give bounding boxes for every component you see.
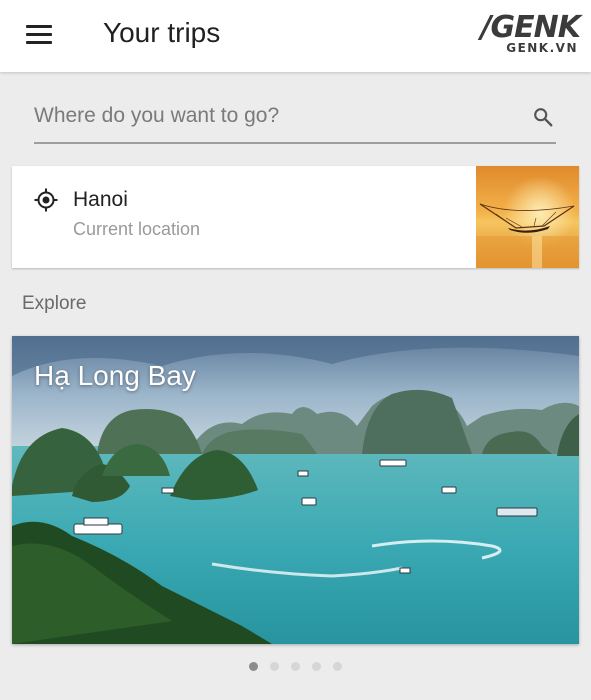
logo-sub-text: GENK.VN (506, 41, 578, 55)
pager-dot[interactable] (270, 662, 279, 671)
location-target-icon (34, 188, 58, 212)
pager-dot[interactable] (333, 662, 342, 671)
location-subtitle: Current location (73, 219, 201, 239)
explore-section-label: Explore (22, 293, 87, 314)
explore-card-ha-long-bay[interactable]: Hạ Long Bay (12, 336, 579, 644)
search-input[interactable]: Where do you want to go? (34, 98, 556, 144)
search-icon[interactable] (532, 106, 554, 128)
hanoi-sunset-thumbnail (476, 166, 579, 268)
logo-main-text: /GENK (480, 10, 581, 45)
explore-card-title: Hạ Long Bay (34, 360, 196, 391)
app-bar: Your trips /GENK GENK.VN (0, 0, 591, 72)
carousel-pager (0, 658, 591, 671)
pager-dot[interactable] (291, 662, 300, 671)
current-location-card[interactable]: Hanoi Current location (12, 166, 579, 268)
pager-dot[interactable] (249, 662, 258, 671)
search-placeholder: Where do you want to go? (34, 104, 280, 127)
pager-dot[interactable] (312, 662, 321, 671)
location-name: Hanoi (73, 188, 128, 211)
page-title: Your trips (103, 17, 221, 48)
menu-icon[interactable] (26, 24, 54, 46)
genk-logo: /GENK GENK.VN (436, 10, 586, 58)
